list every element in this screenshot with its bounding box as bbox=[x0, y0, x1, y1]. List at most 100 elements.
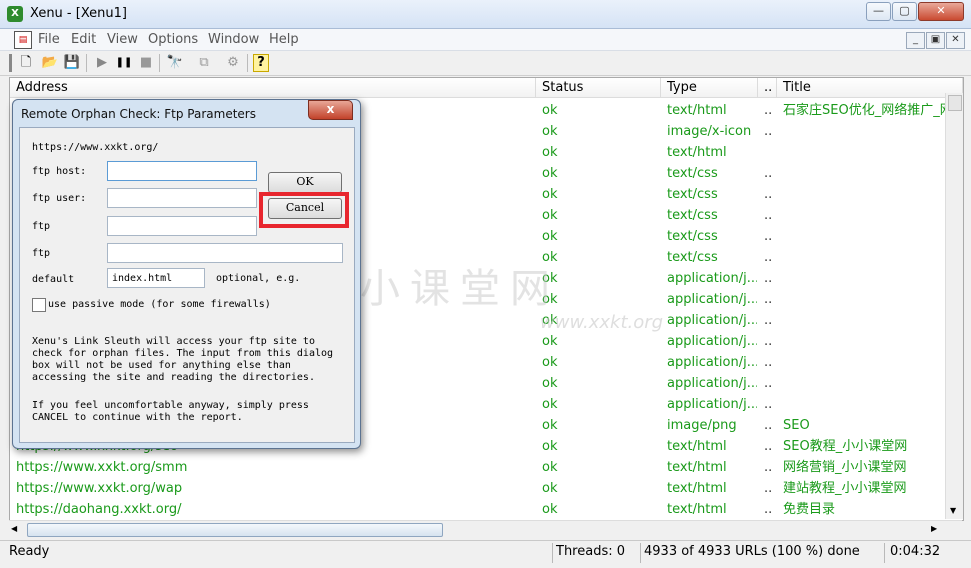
cell-address: https://www.xxkt.org/wap bbox=[16, 481, 183, 496]
status-url-count: 4933 of 4933 URLs (100 %) done bbox=[644, 544, 860, 559]
cell-dots: .. bbox=[764, 271, 773, 286]
toolbar-grip bbox=[9, 54, 12, 72]
cell-status: ok bbox=[542, 460, 558, 475]
mdi-restore-button[interactable]: ▣ bbox=[926, 32, 945, 49]
scroll-thumb[interactable] bbox=[948, 95, 962, 111]
ok-button[interactable]: OK bbox=[268, 172, 342, 193]
xenu-app-icon: X bbox=[7, 6, 23, 22]
ftp-directory-label: ftp bbox=[32, 248, 51, 259]
cell-type: text/css bbox=[667, 166, 718, 181]
horizontal-scroll-thumb[interactable] bbox=[27, 523, 443, 537]
copy-icon[interactable]: ⧉ bbox=[195, 54, 213, 72]
cell-dots: .. bbox=[764, 187, 773, 202]
cell-title bbox=[783, 247, 953, 268]
cell-status: ok bbox=[542, 355, 558, 370]
mdi-minimize-button[interactable]: _ bbox=[906, 32, 925, 49]
column-header-dots[interactable]: .. bbox=[758, 78, 777, 98]
cell-dots: .. bbox=[764, 103, 773, 118]
table-row[interactable]: https://www.xxkt.org/smm ok text/html.. 网络营… bbox=[10, 457, 950, 478]
cell-status: ok bbox=[542, 208, 558, 223]
cell-status: ok bbox=[542, 229, 558, 244]
menu-view[interactable]: View bbox=[107, 32, 138, 47]
menu-file[interactable]: File bbox=[38, 32, 60, 47]
cell-dots: .. bbox=[764, 502, 773, 517]
dialog-info-text: Xenu's Link Sleuth will access your ftp … bbox=[32, 336, 334, 383]
column-header-type[interactable]: Type bbox=[661, 78, 758, 98]
ftp-password-input[interactable] bbox=[107, 216, 257, 236]
vertical-scrollbar[interactable]: ▼ bbox=[945, 93, 963, 519]
cell-type: text/html bbox=[667, 145, 727, 160]
dialog-warning-text: If you feel uncomfortable anyway, simply… bbox=[32, 400, 309, 423]
pause-icon[interactable]: ❚❚ bbox=[115, 54, 133, 72]
ftp-host-input[interactable] bbox=[107, 161, 257, 181]
cell-type: application/j... bbox=[667, 397, 757, 412]
cell-type: text/html bbox=[667, 103, 727, 118]
ftp-directory-input[interactable] bbox=[107, 243, 343, 263]
column-header-status[interactable]: Status bbox=[536, 78, 661, 98]
column-header-address[interactable]: Address bbox=[10, 78, 536, 98]
cell-type: text/css bbox=[667, 208, 718, 223]
cell-dots: .. bbox=[764, 229, 773, 244]
cell-dots: .. bbox=[764, 334, 773, 349]
column-header-title[interactable]: Title bbox=[777, 78, 963, 98]
cell-dots: .. bbox=[764, 166, 773, 181]
ftp-parameters-dialog: Remote Orphan Check: Ftp Parameters x ht… bbox=[12, 99, 361, 449]
cell-title bbox=[783, 205, 953, 226]
cell-title: SEO bbox=[783, 418, 810, 433]
table-row[interactable]: https://www.xxkt.org/wap ok text/html.. 建站教… bbox=[10, 478, 950, 499]
dialog-close-button[interactable]: x bbox=[308, 100, 353, 120]
stop-icon[interactable]: ■ bbox=[137, 54, 155, 72]
mdi-close-button[interactable]: ✕ bbox=[946, 32, 965, 49]
menu-edit[interactable]: Edit bbox=[71, 32, 96, 47]
menu-window[interactable]: Window bbox=[208, 32, 259, 47]
open-icon[interactable]: 📂 bbox=[41, 54, 59, 72]
horizontal-scrollbar[interactable]: ◀ ▶ bbox=[9, 520, 962, 538]
properties-icon[interactable]: ⚙ bbox=[224, 54, 242, 72]
cell-dots: .. bbox=[764, 397, 773, 412]
status-separator bbox=[884, 543, 885, 563]
cell-type: application/j... bbox=[667, 376, 757, 391]
cell-type: application/j... bbox=[667, 334, 757, 349]
cell-status: ok bbox=[542, 376, 558, 391]
cell-status: ok bbox=[542, 418, 558, 433]
cancel-highlight-box bbox=[259, 192, 349, 228]
passive-mode-checkbox[interactable] bbox=[32, 298, 46, 312]
default-page-input[interactable] bbox=[107, 268, 205, 288]
cell-type: application/j... bbox=[667, 355, 757, 370]
menu-help[interactable]: Help bbox=[269, 32, 299, 47]
cell-type: image/x-icon bbox=[667, 124, 752, 139]
cell-type: text/css bbox=[667, 187, 718, 202]
status-bar: Ready Threads: 0 4933 of 4933 URLs (100 … bbox=[0, 540, 971, 568]
menu-options[interactable]: Options bbox=[148, 32, 198, 47]
play-icon[interactable]: ▶ bbox=[93, 54, 111, 72]
cell-type: text/html bbox=[667, 439, 727, 454]
new-icon[interactable]: 🗋 bbox=[17, 54, 35, 72]
dialog-body: https://www.xxkt.org/ ftp host: ftp user… bbox=[19, 127, 355, 443]
cell-title bbox=[783, 310, 953, 331]
cell-title bbox=[783, 268, 953, 289]
scroll-down-arrow-icon[interactable]: ▼ bbox=[950, 506, 956, 515]
cell-status: ok bbox=[542, 502, 558, 517]
save-icon[interactable]: 💾 bbox=[63, 54, 81, 72]
maximize-button[interactable]: ▢ bbox=[892, 2, 917, 21]
ftp-host-label: ftp host: bbox=[32, 166, 87, 177]
cell-title: SEO教程_小小课堂网 bbox=[783, 439, 908, 454]
cell-status: ok bbox=[542, 145, 558, 160]
find-icon[interactable]: 🔭 bbox=[166, 54, 184, 72]
dialog-title: Remote Orphan Check: Ftp Parameters bbox=[21, 107, 256, 121]
cell-dots: .. bbox=[764, 439, 773, 454]
cell-status: ok bbox=[542, 166, 558, 181]
cell-title bbox=[783, 142, 953, 163]
document-icon[interactable]: ▤ bbox=[14, 31, 32, 49]
help-icon[interactable]: ? bbox=[253, 54, 269, 72]
cell-title: 石家庄SEO优化_网络推广_网站 bbox=[783, 103, 953, 118]
table-row[interactable]: https://daohang.xxkt.org/ok text/html.. 免费… bbox=[10, 499, 950, 520]
close-button[interactable]: ✕ bbox=[918, 2, 964, 21]
minimize-button[interactable]: — bbox=[866, 2, 891, 21]
cell-dots: .. bbox=[764, 124, 773, 139]
scroll-left-arrow-icon[interactable]: ◀ bbox=[11, 524, 17, 533]
scroll-right-arrow-icon[interactable]: ▶ bbox=[931, 524, 937, 533]
ftp-user-input[interactable] bbox=[107, 188, 257, 208]
cell-type: application/j... bbox=[667, 271, 757, 286]
toolbar-separator bbox=[86, 54, 87, 72]
